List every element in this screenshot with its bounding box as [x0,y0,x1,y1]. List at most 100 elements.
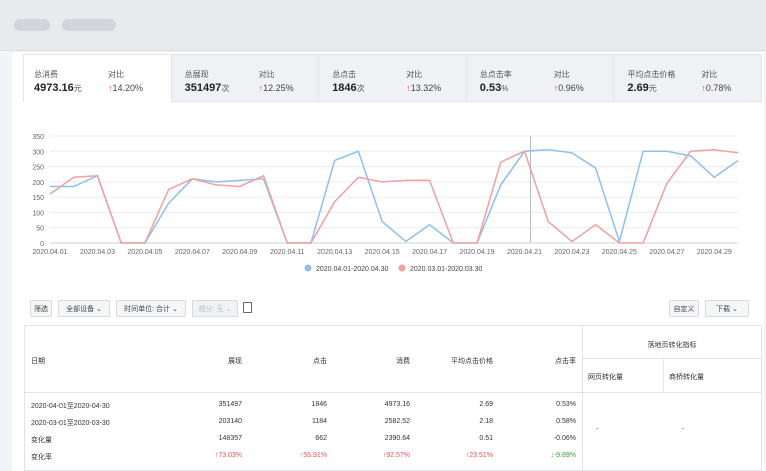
chevron-down-icon: ⌄ [225,306,232,313]
series-line-1 [50,149,739,245]
nav-placeholder-1[interactable] [14,19,50,31]
x-tick-label: 2020.04.17 [412,249,447,256]
cell-date: 变化量 [31,437,52,444]
kpi-tab-cost[interactable]: 总消费 4973.16元 对比 ↑14.20% [23,54,172,102]
x-tick-label: 2020.04.27 [649,249,684,256]
header-landing-conversion: 落地页转化指标 [647,342,697,349]
x-tick-label: 2020.04.07 [175,249,210,256]
cell-impressions: 203140 [218,418,242,425]
time-unit-dropdown[interactable]: 时间单位: 合计 ⌄ [116,300,186,317]
cell-cpc: 0.51 [479,435,493,442]
kpi-tab-cpc[interactable]: 平均点击价格 2.69元 对比 ↑0.78% [613,54,762,102]
kpi-tab-clicks[interactable]: 总点击 1846次 对比 ↑13.32% [318,54,467,102]
header-bridge-conversion: 商桥转化量 [669,374,704,381]
y-tick-label: 150 [32,195,44,202]
x-tick-label: 2020.04.15 [365,249,400,256]
cell-clicks: 1184 [311,418,327,425]
x-tick-label: 2020.04.01 [32,249,67,256]
header-ctr[interactable]: 点击率 [502,356,576,366]
x-tick-label: 2020.04.11 [270,249,305,256]
cell-impressions: 351497 [218,401,242,408]
header-date: 日期 [31,358,45,365]
divider [663,358,664,392]
x-tick-label: 2020.04.13 [317,249,352,256]
x-tick-label: 2020.04.03 [80,249,115,256]
filter-button[interactable]: 筛选 [30,300,52,317]
kpi-compare-label: 对比 [701,70,718,79]
kpi-label: 总展现 [184,70,209,79]
header-cpc[interactable]: 平均点击价格 [407,356,493,366]
cell-date: 2020-03-01至2020-03-30 [31,420,110,427]
x-tick-label: 2020.04.05 [127,249,162,256]
cell-ctr: -0.06% [553,435,576,442]
kpi-change: ↑13.32% [406,83,442,93]
kpi-value: 1846次 [332,82,365,94]
legend-marker [304,264,312,272]
kpi-compare-label: 对比 [553,70,570,79]
cell-ctr: 0.58% [556,418,576,425]
legend-marker [398,264,406,272]
x-tick-label: 2020.04.09 [222,249,257,256]
kpi-change: ↑12.25% [258,83,294,93]
divider [582,358,762,359]
x-tick-label: 2020.04.21 [507,249,542,256]
customize-button[interactable]: 自定义 [669,300,699,317]
cell-cost: 2390.64 [384,435,410,442]
kpi-label: 平均点击价格 [627,70,676,79]
kpi-change: ↑0.96% [553,83,584,93]
legend-label: 2020.04.01-2020.04.30 [316,266,389,273]
y-tick-label: 200 [32,180,44,187]
x-tick-label: 2020.04.25 [602,249,637,256]
trend-chart[interactable]: 0 50 100 150 200 250 300 350 2020.04.01 2020.04.0… [12,112,764,282]
header-clicks[interactable]: 点击 [257,356,327,366]
kpi-value: 4973.16元 [34,82,82,94]
x-tick-label: 2020.04.29 [697,249,732,256]
cell-ctr: ↓-9.89% [550,452,576,459]
cell-impressions: ↑73.03% [214,452,242,459]
cell-impressions: 148357 [218,435,242,442]
y-tick-label: 250 [32,165,44,172]
kpi-compare-label: 对比 [406,70,423,79]
kpi-value: 0.53% [479,82,509,94]
divider [24,392,762,393]
cell-clicks: ↑55.91% [299,452,327,459]
x-tick-label: 2020.04.23 [554,249,589,256]
kpi-value: 351497次 [184,82,230,94]
nav-placeholder-2[interactable] [62,19,116,31]
kpi-value: 2.69元 [627,82,657,94]
cell-cpc: ↑23.51% [465,452,493,459]
y-tick-label: 0 [40,241,44,248]
kpi-change: ↑0.78% [701,83,732,93]
legend-label: 2020.03.01-2020.03.30 [410,266,483,273]
cell-date: 变化率 [31,454,52,461]
kpi-tabs: 总消费 4973.16元 对比 ↑14.20% 总展现 351497次 对比 ↑… [23,54,762,102]
y-tick-label: 300 [32,149,44,156]
header-cost[interactable]: 消费 [340,356,410,366]
download-dropdown[interactable]: 下载 ⌄ [705,300,749,317]
kpi-label: 总点击率 [479,70,512,79]
header-web-conversion: 网页转化量 [588,374,623,381]
kpi-label: 总消费 [34,70,58,79]
cell-cpc: 2.69 [479,401,493,408]
header-impressions[interactable]: 展现 [172,356,242,366]
kpi-change: ↑14.20% [108,83,144,93]
cell-cost: ↑92.57% [382,452,410,459]
kpi-compare-label: 对比 [258,70,275,79]
cell-cost: 2582.52 [384,418,410,425]
device-dropdown[interactable]: 全部设备 ⌄ [58,300,110,317]
cell-clicks: 662 [315,435,327,442]
chevron-down-icon: ⌄ [96,306,102,313]
cell-date: 2020-04-01至2020-04-30 [31,403,110,410]
cell-cpc: 2.18 [479,418,493,425]
kpi-tab-impressions[interactable]: 总展现 351497次 对比 ↑12.25% [170,54,320,102]
export-icon[interactable] [243,302,252,313]
cell-ctr: 0.53% [556,401,576,408]
chevron-down-icon: ⌄ [171,306,178,313]
top-bar [0,0,766,51]
y-tick-label: 100 [32,210,44,217]
report-card: 总消费 4973.16元 对比 ↑14.20% 总展现 351497次 对比 ↑… [12,52,764,471]
y-tick-label: 50 [36,226,44,233]
kpi-tab-ctr[interactable]: 总点击率 0.53% 对比 ↑0.96% [465,54,615,102]
y-tick-label: 350 [32,134,44,141]
split-dropdown[interactable]: 细分: 无 ⌄ [192,300,238,317]
